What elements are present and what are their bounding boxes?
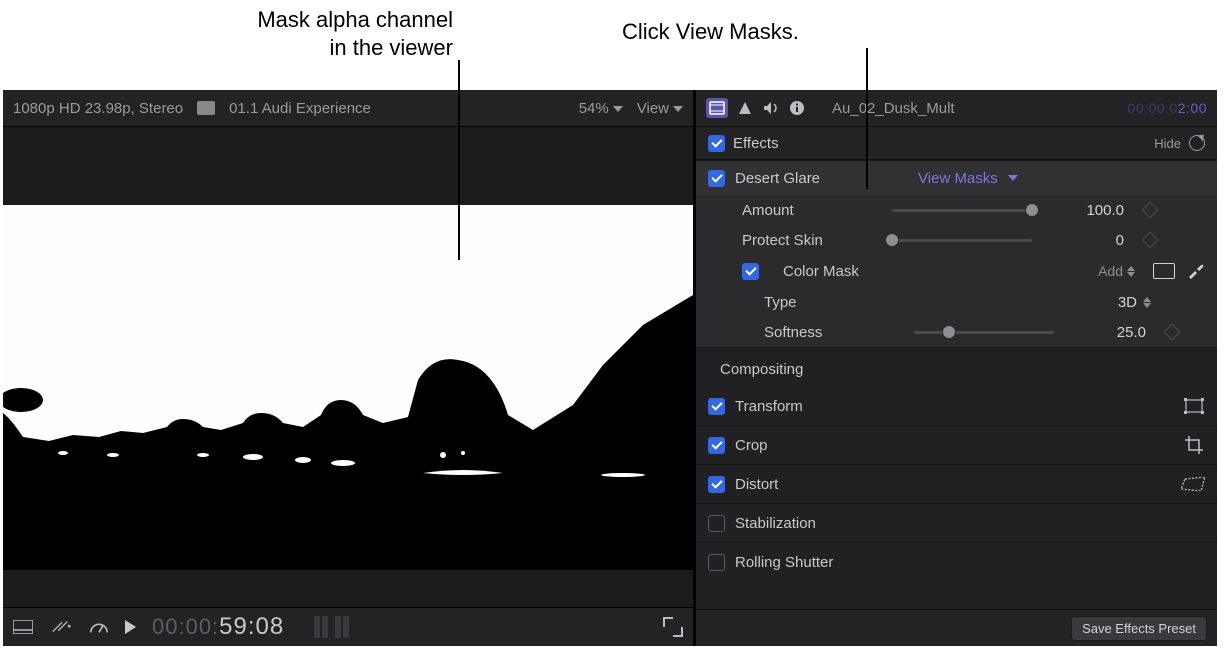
type-label: Type <box>764 294 892 311</box>
retime-menu-icon[interactable] <box>51 619 71 635</box>
project-name: 01.1 Audi Experience <box>229 100 371 117</box>
softness-row: Softness 25.0 <box>696 317 1217 347</box>
crop-checkbox[interactable] <box>708 437 725 454</box>
rolling-shutter-row[interactable]: Rolling Shutter <box>696 543 1217 581</box>
effects-title: Effects <box>733 135 779 152</box>
reset-effects-icon[interactable] <box>1189 135 1205 151</box>
fullscreen-icon[interactable] <box>663 617 683 637</box>
transform-label: Transform <box>735 398 803 415</box>
compositing-header: Compositing <box>696 350 1217 387</box>
effect-desert-glare: Desert Glare View Masks Amount 100.0 Pr <box>696 160 1217 348</box>
transform-icon[interactable] <box>1183 398 1205 414</box>
eyedropper-icon[interactable] <box>1185 261 1205 281</box>
type-row: Type 3D <box>696 287 1217 317</box>
callout-left-line2: in the viewer <box>257 34 453 62</box>
stabilization-row[interactable]: Stabilization <box>696 504 1217 543</box>
viewer-canvas[interactable] <box>3 127 693 607</box>
distort-row[interactable]: Distort <box>696 465 1217 504</box>
protect-skin-label: Protect Skin <box>742 232 870 249</box>
protect-skin-value[interactable]: 0 <box>1054 232 1124 249</box>
effects-section-header: Effects Hide <box>696 127 1217 160</box>
callout-leader-left <box>458 60 460 260</box>
distort-label: Distort <box>735 476 778 493</box>
keyframe-icon[interactable] <box>1142 232 1159 249</box>
audio-inspector-tab[interactable] <box>762 100 780 116</box>
callout-right: Click View Masks. <box>622 19 799 44</box>
rolling-shutter-checkbox[interactable] <box>708 554 725 571</box>
effect-enable-checkbox[interactable] <box>708 170 725 187</box>
type-value-menu[interactable]: 3D <box>1118 294 1151 311</box>
stabilization-label: Stabilization <box>735 515 816 532</box>
rolling-shutter-label: Rolling Shutter <box>735 554 833 571</box>
audio-meter <box>314 616 349 638</box>
color-mask-label: Color Mask <box>783 263 859 280</box>
softness-slider[interactable] <box>914 331 1054 334</box>
distort-icon[interactable] <box>1181 477 1205 491</box>
protect-skin-row: Protect Skin 0 <box>696 225 1217 255</box>
amount-row: Amount 100.0 <box>696 195 1217 225</box>
play-button[interactable] <box>125 620 136 634</box>
crop-icon[interactable] <box>1185 436 1205 454</box>
softness-value[interactable]: 25.0 <box>1076 324 1146 341</box>
save-effects-preset-button[interactable]: Save Effects Preset <box>1071 616 1207 641</box>
mask-shape-icon[interactable] <box>1153 263 1175 279</box>
add-mask-menu[interactable]: Add <box>1098 263 1135 279</box>
amount-label: Amount <box>742 202 870 219</box>
chevron-down-icon <box>673 106 683 112</box>
distort-checkbox[interactable] <box>708 476 725 493</box>
inspector-panel: Au_02_Dusk_Mult 00:00:02:00 Effects Hide… <box>696 90 1217 646</box>
stabilization-checkbox[interactable] <box>708 515 725 532</box>
viewer-timecode[interactable]: 00:00:59:08 <box>152 613 284 641</box>
color-mask-row: Color Mask Add <box>696 255 1217 287</box>
inspector-footer: Save Effects Preset <box>696 609 1217 646</box>
keyframe-icon[interactable] <box>1142 202 1159 219</box>
transform-checkbox[interactable] <box>708 398 725 415</box>
keyframe-icon[interactable] <box>1164 324 1181 341</box>
softness-label: Softness <box>764 324 892 341</box>
layout-menu-icon[interactable] <box>13 619 33 635</box>
info-inspector-tab[interactable] <box>788 100 806 116</box>
format-label: 1080p HD 23.98p, Stereo <box>13 100 183 117</box>
clip-name: Au_02_Dusk_Mult <box>832 100 955 117</box>
clip-duration: 00:00:02:00 <box>1128 100 1207 116</box>
alpha-mask-frame <box>3 205 693 570</box>
callout-leader-right <box>866 48 868 189</box>
view-masks-menu[interactable]: View Masks <box>918 170 1018 187</box>
video-inspector-tab[interactable] <box>706 98 728 118</box>
protect-skin-slider[interactable] <box>892 239 1032 242</box>
color-inspector-tab[interactable] <box>736 100 754 116</box>
speed-gauge-icon[interactable] <box>89 619 109 635</box>
zoom-menu[interactable]: 54% <box>579 100 623 117</box>
crop-row[interactable]: Crop <box>696 426 1217 465</box>
amount-slider[interactable] <box>892 209 1032 212</box>
transform-row[interactable]: Transform <box>696 387 1217 426</box>
effects-checkbox[interactable] <box>708 135 725 152</box>
app-window: 1080p HD 23.98p, Stereo 01.1 Audi Experi… <box>3 90 1217 646</box>
viewer-panel: 1080p HD 23.98p, Stereo 01.1 Audi Experi… <box>3 90 696 646</box>
chevron-down-icon <box>613 106 623 112</box>
viewer-footer: 00:00:59:08 <box>3 607 693 646</box>
clapperboard-icon <box>197 101 215 115</box>
effect-name: Desert Glare <box>735 170 820 187</box>
callout-left-line1: Mask alpha channel <box>257 6 453 34</box>
view-menu[interactable]: View <box>637 100 683 117</box>
hide-button[interactable]: Hide <box>1154 136 1181 151</box>
color-mask-checkbox[interactable] <box>742 263 759 280</box>
chevron-down-icon <box>1008 175 1018 181</box>
amount-value[interactable]: 100.0 <box>1054 202 1124 219</box>
viewer-header: 1080p HD 23.98p, Stereo 01.1 Audi Experi… <box>3 90 693 127</box>
inspector-header: Au_02_Dusk_Mult 00:00:02:00 <box>696 90 1217 127</box>
crop-label: Crop <box>735 437 768 454</box>
